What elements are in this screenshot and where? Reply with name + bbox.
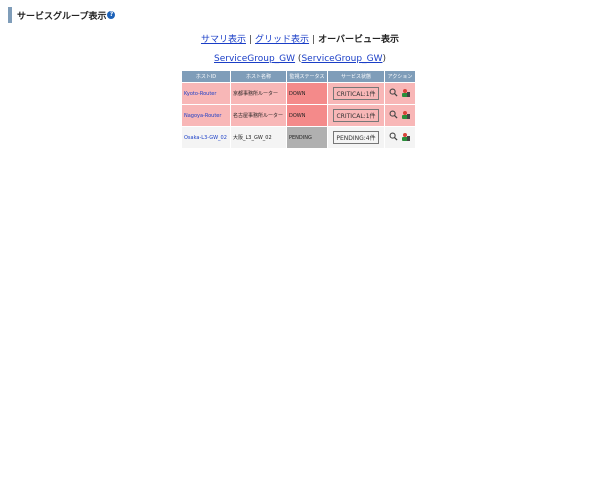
service-status-button[interactable]: PENDING:4件 — [333, 131, 379, 144]
service-group-title: ServiceGroup_GW (ServiceGroup_GW) — [0, 54, 600, 64]
search-icon[interactable] — [389, 132, 398, 143]
host-detail-icon[interactable] — [401, 88, 411, 100]
overview-view-current: オーバービュー表示 — [318, 35, 400, 45]
host-name-cell: 大阪_L3_GW_02 — [230, 126, 287, 149]
page-header: サービスグループ表示 ? — [8, 7, 116, 23]
page-title: サービスグループ表示 — [17, 11, 107, 22]
summary-view-link[interactable]: サマリ表示 — [201, 35, 246, 45]
header-monitor-status: 監視ステータス — [286, 70, 328, 83]
grid-view-link[interactable]: グリッド表示 — [255, 35, 309, 45]
table-row: Osaka-L3-GW_02 大阪_L3_GW_02 PENDING PENDI… — [181, 126, 416, 149]
host-name-cell: 京都事務所ルーター — [230, 82, 287, 105]
monitor-status-cell: PENDING — [286, 126, 328, 149]
monitor-status-cell: DOWN — [286, 104, 328, 127]
host-id-link[interactable]: Osaka-L3-GW_02 — [184, 135, 227, 141]
service-status-button[interactable]: CRITICAL:1件 — [333, 109, 379, 122]
host-detail-icon[interactable] — [401, 132, 411, 144]
header-host-id: ホストID — [181, 70, 231, 83]
host-id-cell: Nagoya-Router — [181, 104, 231, 127]
header-host-name: ホスト名称 — [230, 70, 287, 83]
service-group-overview-table: ホストID ホスト名称 監視ステータス サービス状態 アクション Kyoto-R… — [181, 70, 416, 149]
search-icon[interactable] — [389, 110, 398, 121]
host-id-cell: Osaka-L3-GW_02 — [181, 126, 231, 149]
action-cell — [384, 104, 416, 127]
help-icon[interactable]: ? — [107, 11, 116, 19]
search-icon[interactable] — [389, 88, 398, 99]
action-cell — [384, 82, 416, 105]
host-id-link[interactable]: Kyoto-Router — [184, 91, 216, 97]
host-id-cell: Kyoto-Router — [181, 82, 231, 105]
view-switcher: サマリ表示 | グリッド表示 | オーバービュー表示 — [0, 32, 600, 45]
service-group-name-link[interactable]: ServiceGroup_GW — [214, 54, 295, 64]
service-status-cell: PENDING:4件 — [327, 126, 385, 149]
header-service-status: サービス状態 — [327, 70, 385, 83]
service-status-cell: CRITICAL:1件 — [327, 104, 385, 127]
alias-close-paren: ) — [382, 54, 386, 64]
header-action: アクション — [384, 70, 416, 83]
service-status-button[interactable]: CRITICAL:1件 — [333, 87, 379, 100]
table-row: Nagoya-Router 名古屋事務所ルーター DOWN CRITICAL:1… — [181, 104, 416, 127]
host-name-cell: 名古屋事務所ルーター — [230, 104, 287, 127]
host-id-link[interactable]: Nagoya-Router — [184, 113, 221, 119]
monitor-status-cell: DOWN — [286, 82, 328, 105]
view-separator: | — [248, 35, 253, 45]
service-status-cell: CRITICAL:1件 — [327, 82, 385, 105]
table-row: Kyoto-Router 京都事務所ルーター DOWN CRITICAL:1件 — [181, 82, 416, 105]
service-group-alias-link[interactable]: ServiceGroup_GW — [301, 54, 382, 64]
action-cell — [384, 126, 416, 149]
host-detail-icon[interactable] — [401, 110, 411, 122]
view-separator: | — [312, 35, 316, 45]
table-header-row: ホストID ホスト名称 監視ステータス サービス状態 アクション — [181, 70, 416, 83]
